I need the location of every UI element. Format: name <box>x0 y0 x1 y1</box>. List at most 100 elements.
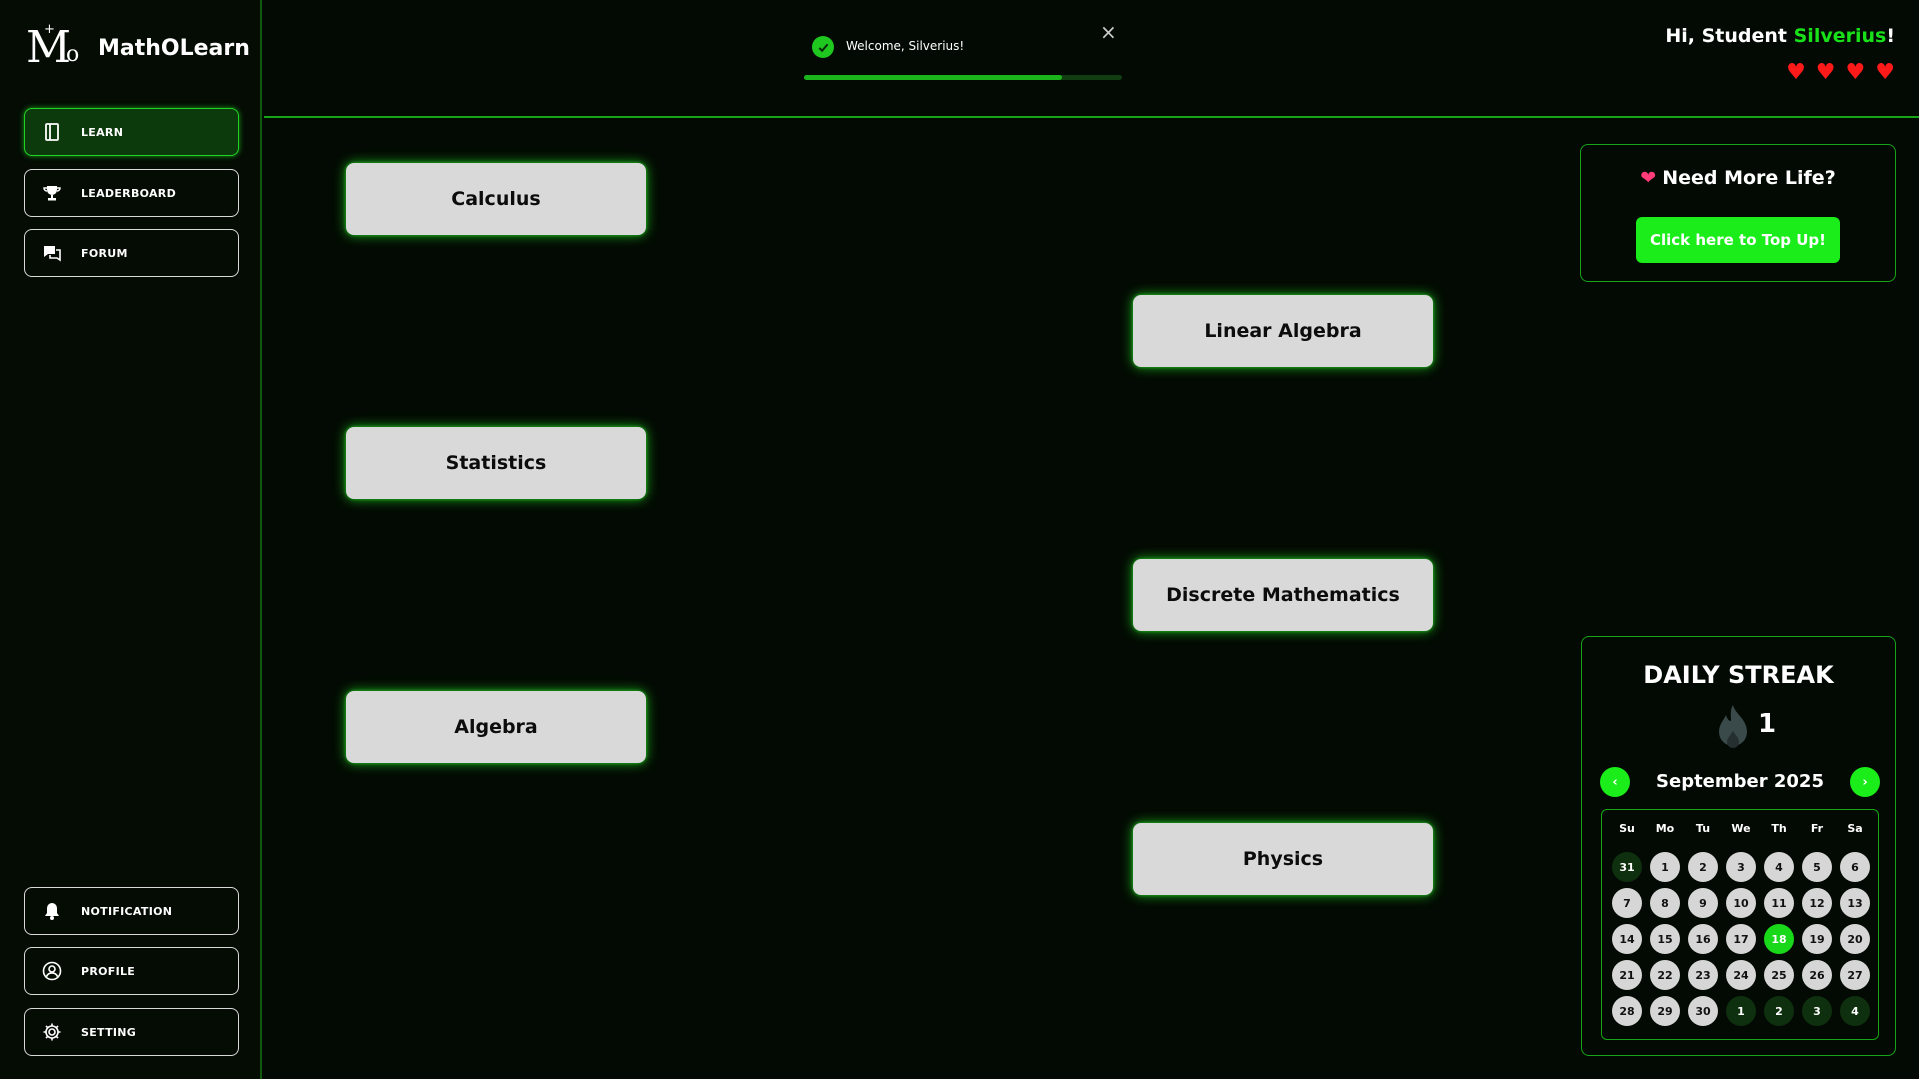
calendar-day[interactable]: 17 <box>1726 924 1756 954</box>
calendar-day[interactable]: 2 <box>1764 996 1794 1026</box>
streak-count: 1 <box>1758 709 1777 739</box>
calendar-day[interactable]: 4 <box>1764 852 1794 882</box>
calendar-day[interactable]: 19 <box>1802 924 1832 954</box>
calendar-day[interactable]: 8 <box>1650 888 1680 918</box>
topup-title-text: Need More Life? <box>1662 167 1836 189</box>
heart-icon: ♥ <box>1845 60 1866 85</box>
course-calculus[interactable]: Calculus <box>346 163 646 235</box>
toast-progress-bar <box>804 75 1122 80</box>
calendar-weekdays: Su Mo Tu We Th Fr Sa <box>1608 822 1874 835</box>
sidebar-item-label: FORUM <box>81 246 128 260</box>
calendar-day[interactable]: 31 <box>1612 852 1642 882</box>
header: Welcome, Silverius! × Hi, Student Silver… <box>264 0 1919 118</box>
sidebar-item-label: NOTIFICATION <box>81 904 173 918</box>
calendar-day[interactable]: 1 <box>1726 996 1756 1026</box>
calendar-month-label: September 2025 <box>1656 771 1824 792</box>
sidebar-item-notification[interactable]: NOTIFICATION <box>24 887 239 935</box>
calendar-day[interactable]: 11 <box>1764 888 1794 918</box>
calendar-day[interactable]: 3 <box>1802 996 1832 1026</box>
sidebar-item-forum[interactable]: FORUM <box>24 229 239 277</box>
course-statistics[interactable]: Statistics <box>346 427 646 499</box>
sidebar-item-leaderboard[interactable]: LEADERBOARD <box>24 169 239 217</box>
heart-icon: ♥ <box>1786 60 1806 85</box>
calendar-day[interactable]: 4 <box>1840 996 1870 1026</box>
calendar-day[interactable]: 21 <box>1612 960 1642 990</box>
weekday-label: Tu <box>1695 822 1711 835</box>
calendar-day[interactable]: 24 <box>1726 960 1756 990</box>
calendar-day[interactable]: 26 <box>1802 960 1832 990</box>
username: Silverius <box>1793 25 1887 47</box>
sidebar-item-label: LEADERBOARD <box>81 186 177 200</box>
next-month-button[interactable]: › <box>1850 767 1880 797</box>
close-icon[interactable]: × <box>1100 20 1117 44</box>
weekday-label: Sa <box>1847 822 1863 835</box>
toast-progress-fill <box>804 75 1062 80</box>
calendar-month-nav: September 2025 ‹ › <box>1600 767 1880 797</box>
calendar-day[interactable]: 7 <box>1612 888 1642 918</box>
brand-logo: M + o <box>26 22 80 73</box>
trophy-icon <box>41 182 63 204</box>
topup-button[interactable]: Click here to Top Up! <box>1636 217 1840 263</box>
toast-message: Welcome, Silverius! <box>846 39 965 53</box>
chat-icon <box>41 242 63 264</box>
calendar-day[interactable]: 10 <box>1726 888 1756 918</box>
calendar-day[interactable]: 22 <box>1650 960 1680 990</box>
calendar-day[interactable]: 20 <box>1840 924 1870 954</box>
brand-name: MathOLearn <box>98 35 250 61</box>
welcome-toast: Welcome, Silverius! × <box>800 18 1122 82</box>
weekday-label: Mo <box>1655 822 1675 835</box>
course-discrete-mathematics[interactable]: Discrete Mathematics <box>1133 559 1433 631</box>
calendar-day[interactable]: 16 <box>1688 924 1718 954</box>
user-circle-icon <box>41 960 63 982</box>
calendar-day[interactable]: 13 <box>1840 888 1870 918</box>
heart-icon: ♥ <box>1875 60 1895 85</box>
weekday-label: Fr <box>1810 822 1824 835</box>
prev-month-button[interactable]: ‹ <box>1600 767 1630 797</box>
sidebar: M + o MathOLearn LEARN LEADERBOARD FORUM N… <box>0 0 262 1079</box>
brand[interactable]: M + o MathOLearn <box>26 22 250 73</box>
weekday-label: Su <box>1619 822 1635 835</box>
calendar-day[interactable]: 23 <box>1688 960 1718 990</box>
calendar-day[interactable]: 9 <box>1688 888 1718 918</box>
gear-icon <box>41 1021 63 1043</box>
lives-hearts: ♥ ♥ ♥ ♥ <box>1786 62 1895 84</box>
check-icon <box>812 36 834 58</box>
calendar-day[interactable]: 14 <box>1612 924 1642 954</box>
sidebar-item-profile[interactable]: PROFILE <box>24 947 239 995</box>
greeting-suffix: ! <box>1886 25 1895 47</box>
calendar-day[interactable]: 28 <box>1612 996 1642 1026</box>
calendar-day[interactable]: 3 <box>1726 852 1756 882</box>
weekday-label: We <box>1731 822 1751 835</box>
topup-card: ❤ Need More Life? Click here to Top Up! <box>1580 144 1896 282</box>
greeting: Hi, Student Silverius! <box>1665 25 1895 47</box>
calendar-day[interactable]: 1 <box>1650 852 1680 882</box>
weekday-label: Th <box>1771 822 1787 835</box>
calendar-day[interactable]: 2 <box>1688 852 1718 882</box>
calendar-day[interactable]: 12 <box>1802 888 1832 918</box>
calendar-day[interactable]: 15 <box>1650 924 1680 954</box>
greeting-prefix: Hi, Student <box>1665 25 1794 47</box>
calendar-day[interactable]: 25 <box>1764 960 1794 990</box>
calendar-day[interactable]: 29 <box>1650 996 1680 1026</box>
topup-title: ❤ Need More Life? <box>1581 167 1895 189</box>
calendar-day[interactable]: 27 <box>1840 960 1870 990</box>
sidebar-item-label: LEARN <box>81 125 124 139</box>
course-linear-algebra[interactable]: Linear Algebra <box>1133 295 1433 367</box>
calendar-days: 31 1 2 3 4 5 6 7 8 9 10 11 12 13 14 15 16 17 18 19 20 21 22 23 2… <box>1608 852 1874 1026</box>
sidebar-item-label: PROFILE <box>81 964 136 978</box>
daily-streak-card: DAILY STREAK 1 September 2025 ‹ › Su Mo Tu… <box>1581 636 1896 1056</box>
calendar-day[interactable]: 30 <box>1688 996 1718 1026</box>
sidebar-item-learn[interactable]: LEARN <box>24 108 239 156</box>
sidebar-item-label: SETTING <box>81 1025 137 1039</box>
heart-icon: ♥ <box>1815 60 1836 85</box>
calendar: Su Mo Tu We Th Fr Sa 31 1 2 3 4 5 6 7 8 9 10 11 12 13 14 15 16… <box>1601 809 1879 1040</box>
bell-icon <box>41 900 63 922</box>
calendar-day-today[interactable]: 18 <box>1764 924 1794 954</box>
calendar-day[interactable]: 6 <box>1840 852 1870 882</box>
sidebar-item-setting[interactable]: SETTING <box>24 1008 239 1056</box>
course-algebra[interactable]: Algebra <box>346 691 646 763</box>
course-physics[interactable]: Physics <box>1133 823 1433 895</box>
calendar-day[interactable]: 5 <box>1802 852 1832 882</box>
book-icon <box>41 121 63 143</box>
streak-title: DAILY STREAK <box>1643 661 1834 689</box>
